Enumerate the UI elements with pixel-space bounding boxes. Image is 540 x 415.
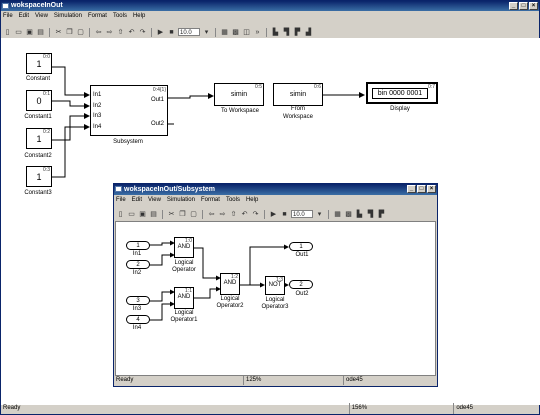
inport-2-block[interactable]: 2 — [126, 260, 150, 269]
signal-line — [193, 247, 221, 281]
inport-3-number: 3 — [136, 298, 140, 304]
outport-2-block[interactable]: 2 — [289, 280, 313, 289]
inport-1-block[interactable]: 1 — [126, 241, 150, 250]
inport-3-block[interactable]: 3 — [126, 296, 150, 305]
and-operator-text: AND — [177, 294, 191, 300]
subsystem-signal-lines — [149, 240, 289, 321]
logical-operator2-block[interactable]: 1:2 AND — [220, 273, 240, 295]
signal-line — [193, 286, 221, 299]
inport-3-label: In3 — [132, 306, 142, 312]
logical-operator-block[interactable]: 1:0 AND — [174, 237, 194, 258]
inport-4-block[interactable]: 4 — [126, 315, 150, 324]
inport-4-label: In4 — [132, 325, 142, 331]
logical-operator2-label-line2: Operator2 — [216, 303, 244, 309]
inport-1-number: 1 — [136, 243, 140, 249]
logical-operator3-label-line2: Operator3 — [261, 304, 289, 310]
outport-1-label: Out1 — [295, 252, 309, 258]
outport-1-number: 1 — [299, 244, 303, 250]
not-operator-text: NOT — [268, 282, 282, 288]
inport-4-number: 4 — [136, 317, 140, 323]
signal-line — [149, 240, 175, 246]
inport-1-label: In1 — [132, 251, 142, 257]
inport-2-label: In2 — [132, 270, 142, 276]
outport-2-number: 2 — [299, 282, 303, 288]
logical-operator1-label-line2: Operator1 — [170, 317, 198, 323]
inport-2-number: 2 — [136, 262, 140, 268]
and-operator-text: AND — [223, 280, 237, 286]
and-operator-text: AND — [177, 244, 191, 250]
logical-operator-label-line2: Operator — [172, 267, 196, 273]
logical-operator1-block[interactable]: 1:1 AND — [174, 287, 194, 309]
signal-line — [149, 252, 175, 266]
outport-1-block[interactable]: 1 — [289, 242, 313, 251]
signal-line — [149, 289, 175, 302]
outport-2-label: Out2 — [295, 291, 309, 297]
logical-operator3-block[interactable]: 1:3 NOT — [265, 276, 285, 295]
